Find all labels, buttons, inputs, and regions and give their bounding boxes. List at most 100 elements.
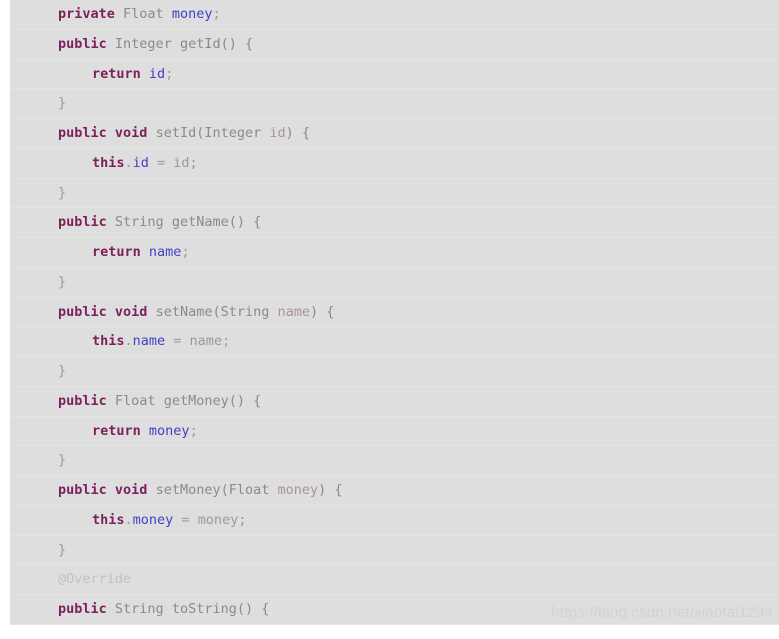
code-snippet-viewer: private Float money; public Integer getId… — [0, 0, 779, 639]
code-token-kw: public — [58, 125, 107, 141]
code-token-var: money — [148, 422, 190, 439]
code-token-brc: } — [58, 541, 67, 558]
code-token-kw: public — [58, 601, 107, 617]
code-line: this.name = name; — [10, 327, 779, 357]
code-token-pun — [107, 393, 115, 409]
code-token-pun — [141, 423, 149, 439]
code-token-typ: String — [114, 214, 164, 231]
code-token-brc: } — [58, 95, 67, 112]
code-token-mth: ) { — [285, 125, 311, 141]
code-block[interactable]: private Float money; public Integer getId… — [10, 0, 779, 625]
code-line: @Override — [10, 565, 779, 595]
code-token-var: name — [148, 244, 182, 260]
code-line: public Float getMoney() { — [10, 387, 779, 417]
code-line: public void setId(Integer id) { — [10, 119, 779, 149]
code-token-pun: ; — [181, 244, 190, 260]
code-token-kw: public — [58, 392, 107, 409]
code-token-kw: this — [92, 154, 125, 171]
code-token-kw: public — [58, 303, 107, 320]
code-line: } — [10, 357, 779, 387]
code-token-pun — [107, 125, 115, 141]
code-token-brc: } — [58, 452, 67, 469]
code-token-typ: Integer — [204, 125, 262, 141]
code-token-kw: void — [114, 482, 148, 498]
code-token-pun: = money; — [173, 511, 247, 528]
code-token-pun — [107, 304, 115, 320]
code-line: } — [10, 268, 779, 298]
code-token-pun: . — [124, 511, 133, 528]
code-token-kw: return — [92, 65, 141, 82]
code-token-pun — [107, 482, 115, 498]
code-line: public Integer getId() { — [10, 30, 779, 60]
code-token-typ: String — [220, 303, 270, 320]
code-token-mth: ) { — [310, 303, 335, 320]
code-token-mth: setName( — [147, 303, 221, 320]
code-line: private Float money; — [10, 0, 779, 30]
code-token-typ: Integer — [114, 35, 172, 52]
code-token-typ: Float — [123, 6, 164, 22]
code-token-brc: } — [58, 273, 67, 290]
code-token-kw: this — [92, 511, 125, 528]
code-line: } — [10, 446, 779, 476]
code-token-pun: ; — [189, 422, 198, 439]
code-token-brc: } — [58, 363, 67, 379]
code-line: return money; — [10, 417, 779, 447]
code-token-kw: private — [58, 6, 115, 22]
code-token-mth: toString() { — [163, 601, 270, 617]
code-token-mth: getId() { — [171, 35, 254, 52]
code-token-typ: Float — [114, 392, 156, 409]
code-line: } — [10, 89, 779, 119]
code-token-mth: ) { — [318, 482, 343, 498]
code-token-pun: . — [124, 154, 133, 171]
code-token-pun: = id; — [148, 154, 198, 171]
bottom-strip — [10, 625, 779, 639]
code-token-var: money — [132, 511, 174, 528]
code-token-pun — [141, 66, 149, 82]
code-token-var: id — [148, 65, 166, 82]
code-line: public String getName() { — [10, 208, 779, 238]
code-token-pun — [107, 36, 115, 52]
code-token-pun — [269, 482, 277, 498]
code-token-pun — [141, 244, 149, 260]
code-token-kw: return — [92, 422, 141, 439]
code-token-mth: getMoney() { — [155, 392, 262, 409]
code-token-pun: ; — [165, 65, 174, 82]
code-token-pun — [107, 214, 115, 230]
code-token-mth: getName() { — [163, 214, 262, 231]
code-token-kw: void — [114, 303, 148, 320]
code-line: return id; — [10, 60, 779, 90]
code-token-pun: ; — [212, 6, 221, 22]
code-token-pun — [115, 6, 123, 22]
code-token-pun — [107, 601, 115, 617]
code-token-kw: void — [114, 125, 148, 141]
code-line: this.id = id; — [10, 149, 779, 179]
code-token-pun — [269, 304, 277, 320]
code-token-kw: public — [58, 214, 107, 231]
code-token-var: money — [171, 6, 213, 22]
code-token-var: id — [132, 154, 149, 171]
code-line: public void setName(String name) { — [10, 298, 779, 328]
code-token-ann: @Override — [58, 571, 132, 588]
code-token-typ: Float — [228, 482, 270, 498]
code-token-kw: return — [92, 244, 141, 260]
code-token-mth: setId( — [147, 125, 205, 141]
code-token-pun: = name; — [165, 333, 231, 350]
code-token-pun: . — [124, 333, 133, 350]
code-token-var: name — [132, 333, 166, 350]
code-token-par: id — [269, 125, 286, 141]
code-token-kw: public — [58, 482, 107, 498]
code-line: public String toString() { — [10, 595, 779, 625]
code-line: } — [10, 536, 779, 566]
code-line: return name; — [10, 238, 779, 268]
code-token-pun — [164, 6, 172, 22]
code-line: public void setMoney(Float money) { — [10, 476, 779, 506]
code-token-kw: public — [58, 35, 107, 52]
code-token-typ: String — [114, 601, 164, 617]
code-line: } — [10, 179, 779, 209]
code-token-brc: } — [58, 184, 67, 201]
code-token-par: money — [277, 482, 319, 498]
code-token-kw: this — [92, 333, 125, 350]
code-line: this.money = money; — [10, 506, 779, 536]
code-token-par: name — [277, 303, 311, 320]
code-token-mth: setMoney( — [147, 482, 229, 498]
